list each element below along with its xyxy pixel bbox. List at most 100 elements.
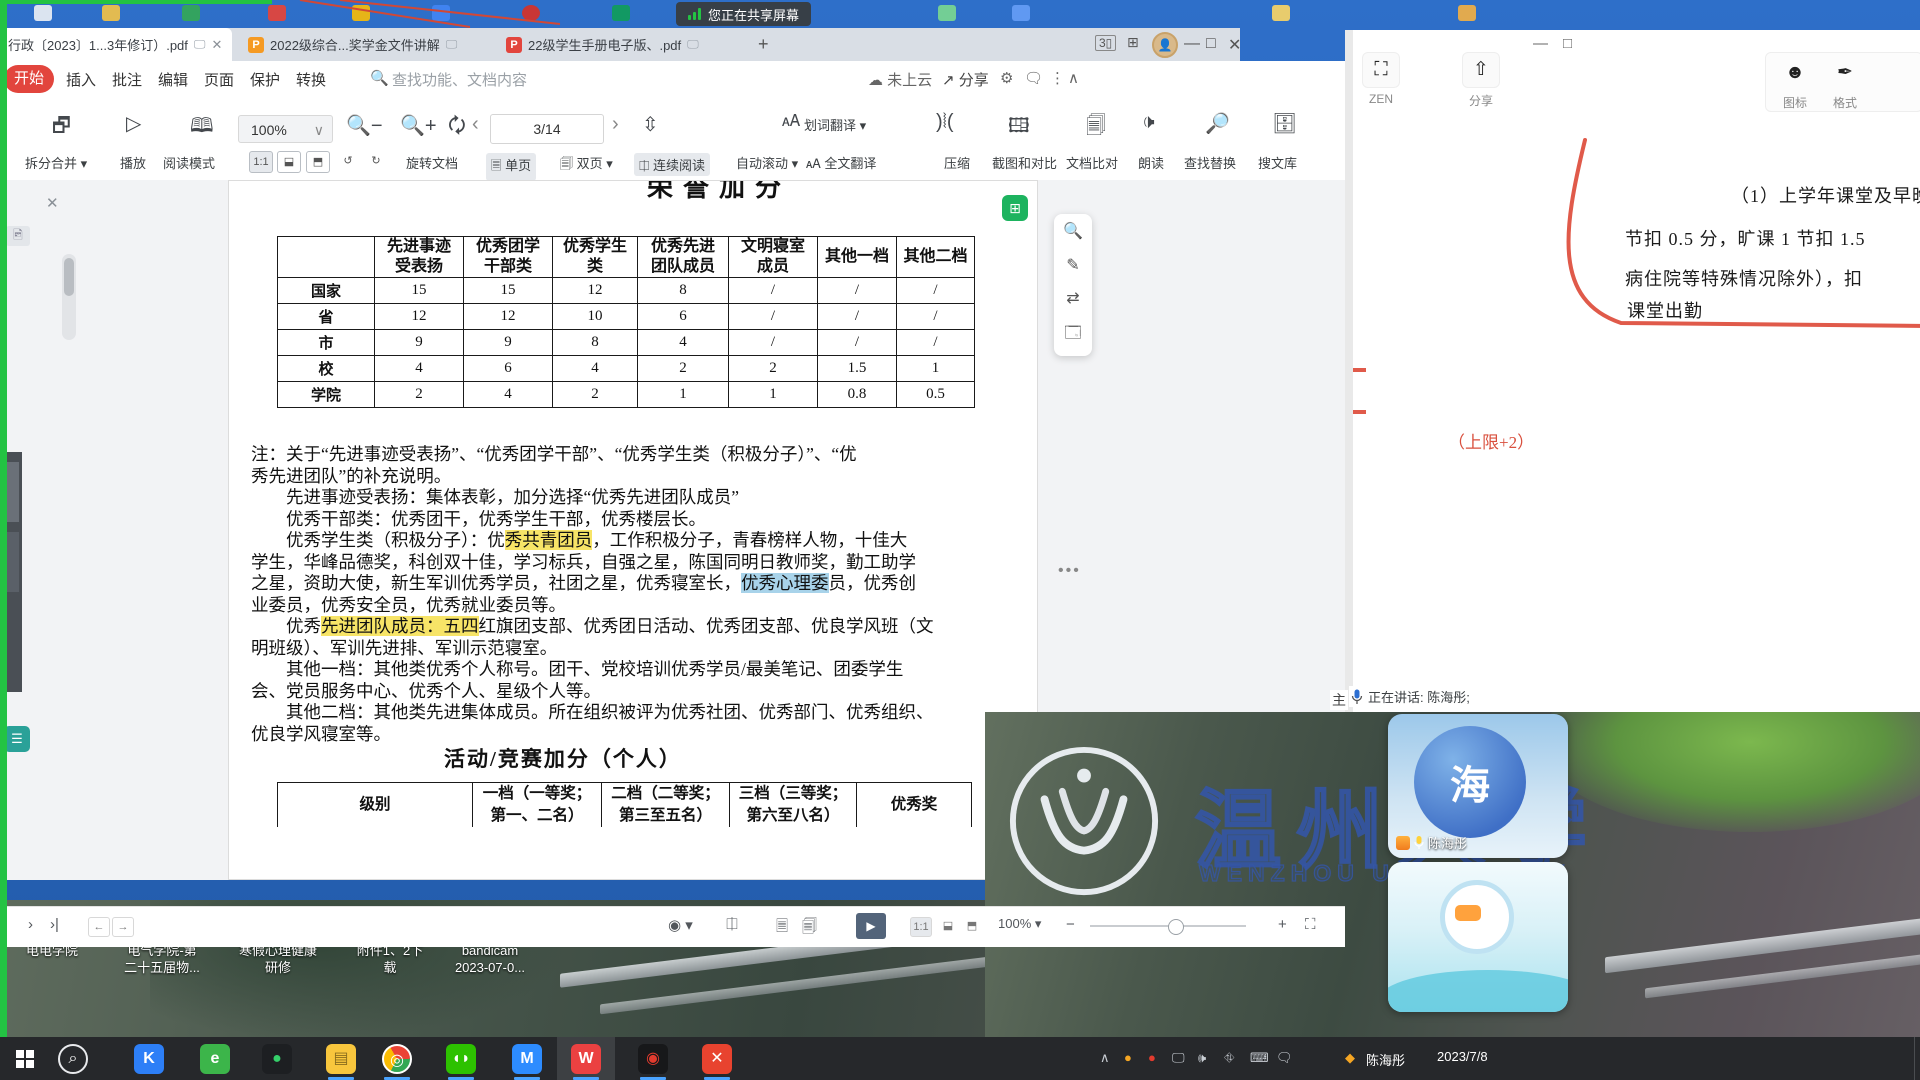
menu-convert[interactable]: 转换 [296, 69, 326, 90]
show-desktop-button[interactable] [1914, 1037, 1920, 1080]
pin-icon[interactable]: 🖵 [194, 37, 206, 52]
scroll-mode-icon[interactable]: ⇳ [642, 112, 659, 137]
taskbar-wechat[interactable]: ◖◗ [446, 1044, 476, 1074]
zoom-out-icon[interactable]: − [1066, 916, 1075, 933]
more-tools-icon[interactable]: ••• [1058, 562, 1081, 580]
taskbar-search-icon[interactable]: ⌕ [58, 1044, 88, 1074]
online-doc-icon[interactable]: ⊞ [1002, 195, 1028, 221]
tray-app-icon[interactable]: ● [1148, 1050, 1156, 1065]
comment-icon[interactable]: 🗨 [1024, 69, 1043, 87]
find-in-doc-icon[interactable]: 🔍 [1063, 221, 1083, 241]
zoom-select[interactable]: 100%∨ [238, 115, 333, 143]
play-presentation-button[interactable]: ▶ [856, 913, 886, 939]
rotate-pages-icon[interactable]: 🗘 [448, 111, 466, 145]
desktop-shortcut-icon[interactable] [102, 5, 120, 21]
rotate-doc-button[interactable]: 旋转文档 [406, 153, 458, 172]
fit-page-icon[interactable]: ⬒ [306, 151, 330, 173]
tray-volume-icon[interactable]: 🕪 [1198, 1050, 1206, 1066]
taskbar-clock[interactable]: 2023/7/8 [1437, 1049, 1488, 1064]
screenshot-compare-button[interactable]: 截图和对比 [992, 153, 1057, 172]
desktop-shortcut-icon[interactable] [34, 5, 52, 21]
doc-compare-button[interactable]: 文档比对 [1066, 153, 1118, 172]
next-view-icon[interactable]: › [28, 916, 33, 933]
tray-network-icon[interactable]: ⛗ [1224, 1050, 1234, 1066]
tray-input-icon[interactable]: ⌨ [1250, 1050, 1269, 1066]
zoom-in-icon[interactable]: 🔍+ [400, 113, 437, 138]
share-button[interactable]: ↗ 分享 [942, 69, 989, 90]
extract-icon[interactable]: ⇄ [1066, 288, 1079, 308]
back-icon[interactable]: ← [88, 917, 110, 937]
compress-icon[interactable]: )⦚( [936, 111, 954, 134]
eye-protect-icon[interactable]: ◉ ▾ [668, 916, 693, 934]
taskbar-chrome[interactable]: ◎ [382, 1044, 412, 1074]
desktop-shortcut-icon[interactable] [612, 5, 630, 21]
next-page-icon[interactable]: › [612, 113, 619, 136]
taskbar-bandicam[interactable]: ◉ [638, 1044, 668, 1074]
play-icon[interactable]: ▷ [126, 111, 141, 136]
pin-icon[interactable]: 🖵 [687, 37, 699, 52]
menu-annotate[interactable]: 批注 [112, 69, 142, 90]
last-view-icon[interactable]: ›| [50, 916, 59, 933]
taskbar-wps-office[interactable]: W [571, 1044, 601, 1074]
full-translate-button[interactable]: 🗚 全文翻译 [806, 153, 876, 172]
taskbar-file-explorer[interactable]: ▤ [326, 1044, 356, 1074]
find-replace-icon[interactable]: 🔎 [1205, 111, 1230, 136]
minimize-icon[interactable]: — [1533, 35, 1548, 52]
tray-app-icon[interactable]: ● [1124, 1050, 1132, 1065]
tray-messages-icon[interactable]: 🗨 [1276, 1050, 1293, 1066]
single-page-icon[interactable]: 🗏 [776, 916, 788, 941]
desktop-shortcut-icon[interactable] [938, 5, 956, 21]
zoom-slider[interactable] [1090, 925, 1246, 927]
tab-document[interactable]: P 2022级综合...奖学金文件讲解 🖵 [240, 28, 470, 61]
more-icon[interactable]: ⋮ [1050, 69, 1065, 87]
search-library-button[interactable]: 搜文库 [1258, 153, 1297, 172]
split-merge-icon[interactable]: 🗗 [52, 111, 71, 145]
cloud-status[interactable]: ☁ 未上云 [868, 69, 932, 90]
scrollbar[interactable] [62, 254, 76, 340]
screenshot-compare-icon[interactable]: 🖽 [1008, 111, 1030, 145]
find-replace-button[interactable]: 查找替换 [1184, 153, 1236, 172]
workspace-icon[interactable]: 3▯ [1095, 35, 1116, 51]
fit-width-icon[interactable]: ⬓ [938, 917, 958, 935]
tray-qq-icon[interactable]: ◆ [1345, 1050, 1355, 1066]
actual-size-icon[interactable]: 1:1 [910, 917, 932, 937]
close-icon[interactable]: ✕ [1228, 35, 1241, 55]
menu-page[interactable]: 页面 [204, 69, 234, 90]
split-view-icon[interactable]: ⎅ [726, 916, 738, 933]
rotate-right-icon[interactable]: ↻ [365, 151, 387, 171]
share-doc-button[interactable]: ⇧ 分享 [1457, 52, 1505, 109]
participant-sticker-tile[interactable] [1388, 862, 1568, 1012]
auto-scroll-button[interactable]: 自动滚动 ▾ [736, 153, 798, 172]
rotate-left-icon[interactable]: ↺ [337, 151, 359, 171]
read-mode-button[interactable]: 阅读模式 [163, 153, 215, 172]
menu-protect[interactable]: 保护 [250, 69, 280, 90]
pin-icon[interactable]: 🖵 [446, 37, 458, 52]
single-page-button[interactable]: 🗏 单页 [486, 153, 536, 181]
page-number-input[interactable]: 3/14 [490, 114, 604, 144]
start-button[interactable] [10, 1044, 40, 1074]
split-merge-button[interactable]: 拆分合并 ▾ [25, 153, 87, 172]
collapse-ribbon-icon[interactable]: ∧ [1068, 69, 1079, 87]
taskbar-pdf-app[interactable]: ✕ [702, 1044, 732, 1074]
close-tab-icon[interactable]: ✕ [211, 37, 222, 53]
tab-document[interactable]: P 22级学生手册电子版、.pdf 🖵 [498, 28, 724, 61]
taskbar-kuaidui-app[interactable]: K [134, 1044, 164, 1074]
taskbar-browser-360[interactable]: e [200, 1044, 230, 1074]
menu-edit[interactable]: 编辑 [158, 69, 188, 90]
play-button[interactable]: 播放 [120, 153, 146, 172]
menu-home[interactable]: 开始 [4, 65, 54, 93]
compress-button[interactable]: 压缩 [944, 153, 970, 172]
word-translate-icon[interactable]: 🗚 [782, 113, 800, 131]
search-input[interactable]: 查找功能、文档内容 [392, 69, 527, 90]
tab-document-active[interactable]: 行政〔2023〕1...3年修订）.pdf 🖵 ✕ [0, 28, 232, 61]
fullscreen-icon[interactable]: ⛶ [1305, 916, 1316, 933]
actual-size-icon[interactable]: 1:1 [249, 151, 273, 173]
desktop-shortcut-icon[interactable] [182, 5, 200, 21]
panel-menu-icon[interactable]: ☰ [4, 726, 30, 752]
maximize-icon[interactable]: □ [1206, 35, 1216, 53]
gear-icon[interactable]: ⚙ [1000, 69, 1013, 87]
format-button[interactable]: ✒ 格式 [1821, 56, 1869, 111]
close-panel-icon[interactable]: ✕ [46, 194, 59, 212]
apps-grid-icon[interactable]: ⊞ [1127, 34, 1139, 51]
taskbar-meeting-app[interactable]: M [512, 1044, 542, 1074]
